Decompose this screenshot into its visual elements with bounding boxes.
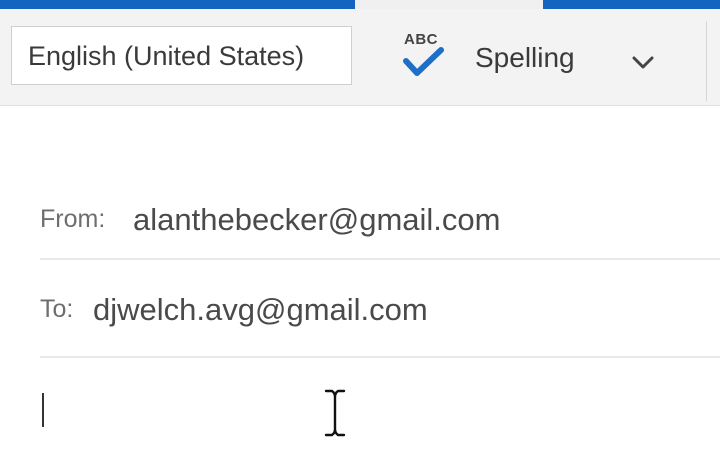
spelling-button[interactable]: ABC Spelling	[393, 24, 598, 90]
ibeam-cursor-icon	[324, 389, 346, 437]
accent-tab-right	[543, 0, 720, 9]
message-body[interactable]	[40, 360, 720, 450]
to-label: To:	[40, 295, 74, 323]
from-row: From: alanthebecker@gmail.com	[40, 168, 720, 260]
title-bar-strip	[0, 0, 720, 9]
from-value[interactable]: alanthebecker@gmail.com	[133, 202, 500, 238]
text-caret	[42, 393, 44, 427]
chevron-down-icon[interactable]	[628, 54, 658, 74]
from-label: From:	[40, 205, 106, 233]
to-row[interactable]: To: djwelch.avg@gmail.com	[40, 258, 720, 358]
spelling-label: Spelling	[475, 42, 575, 73]
language-value: English (United States)	[28, 41, 305, 71]
language-field[interactable]: English (United States)	[11, 26, 352, 85]
check-icon	[403, 47, 444, 76]
ribbon: English (United States) ABC Spelling	[0, 9, 720, 106]
to-recipient[interactable]: djwelch.avg@gmail.com	[93, 292, 428, 328]
ribbon-separator	[706, 21, 707, 101]
abc-icon-text: ABC	[404, 31, 438, 48]
spelling-check-icon: ABC	[403, 29, 447, 81]
accent-tab-left	[0, 0, 355, 9]
